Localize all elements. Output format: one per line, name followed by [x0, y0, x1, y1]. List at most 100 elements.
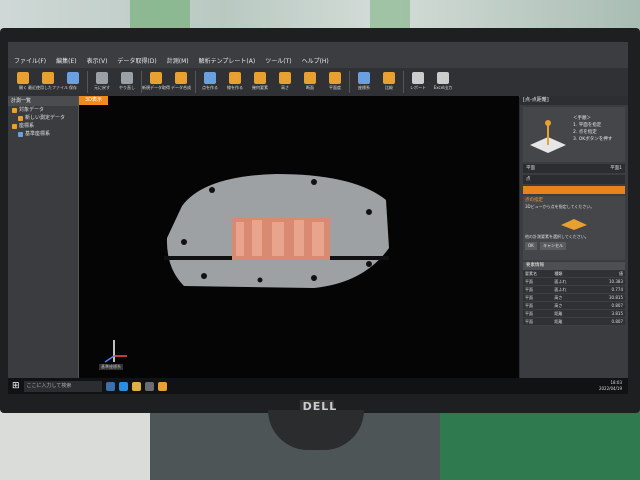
folder-icon: [12, 107, 17, 113]
3d-viewport[interactable]: 3D表示 基準座標系: [79, 96, 519, 378]
edge-icon[interactable]: [118, 381, 128, 391]
toolbar-button-label: 断面: [306, 85, 314, 90]
procedure-step: 3. OKボタンを押す: [573, 137, 613, 142]
toolbar-button-label: やり直し: [119, 85, 135, 90]
excel-icon: [437, 72, 449, 84]
photo-scene: DELL ファイル(F) 編集(E) 表示(V) データ取得(D) 計測(M) 解析テンプ…: [0, 0, 640, 480]
toolbar: 開く 最近使用したファイル 保存 元に戻す やり直し 新規データ取得 データ合成 点を作る 線を…: [8, 68, 628, 97]
table-row[interactable]: 平面 高さ 30.815: [523, 294, 625, 302]
axis-triad-icon: [104, 340, 127, 363]
table-row[interactable]: 平面 距離 0.807: [523, 318, 625, 326]
toolbar-button-16[interactable]: Excel出力: [432, 70, 454, 94]
windows-taskbar: ⊞ ここに入力して検索 18:03 2022/04/19: [8, 378, 628, 394]
data-merge-icon: [175, 72, 187, 84]
ok-button[interactable]: OK: [525, 242, 537, 250]
table-cell: 0.774: [611, 287, 623, 292]
toolbar-button-9[interactable]: 幾何要素: [249, 70, 271, 94]
windows-start-icon[interactable]: ⊞: [12, 381, 20, 391]
toolbar-button-5[interactable]: 新規データ取得: [142, 70, 170, 94]
toolbar-separator: [403, 71, 404, 93]
table-cell: 0.807: [611, 303, 623, 308]
point-icon: [204, 72, 216, 84]
point-distance-panel: [点-点距離] ＜手順＞ 1. 平面を指定 2. 点を指定 3. OKボタンを押…: [520, 96, 628, 378]
toolbar-button-8[interactable]: 線を作る: [224, 70, 246, 94]
report-icon: [412, 72, 424, 84]
plate-hole: [311, 179, 317, 185]
toolbar-separator: [349, 71, 350, 93]
toolbar-button-label: 元に戻す: [94, 85, 110, 90]
toolbar-button-label: 新規データ取得: [142, 85, 170, 90]
select-point-button[interactable]: [523, 186, 625, 194]
main-area: 計測一覧 対象データ 新しい測定データ 座標系 基準座標系 3D表示 基準座標系…: [8, 96, 628, 378]
store-icon[interactable]: [144, 381, 154, 391]
table-cell: 距離: [554, 319, 563, 324]
system-tray-clock[interactable]: 18:03 2022/04/19: [599, 380, 622, 392]
folder-icon: [12, 123, 17, 129]
plate-hole: [257, 277, 263, 283]
table-row[interactable]: 平面 高さ 0.807: [523, 302, 625, 310]
toolbar-button-4[interactable]: やり直し: [116, 70, 138, 94]
geometry-icon: [254, 72, 266, 84]
toolbar-button-label: 開く: [19, 85, 27, 90]
menu-item-0[interactable]: ファイル(F): [14, 56, 46, 68]
axis-icon: [18, 131, 23, 137]
tree-item-target-data[interactable]: 対象データ: [8, 106, 78, 114]
panel-title: [点-点距離]: [520, 96, 628, 105]
table-cell: 平面: [525, 287, 533, 292]
window-titlebar: [8, 42, 628, 56]
toolbar-button-label: 幾何要素: [252, 85, 268, 90]
tree-item-new-data[interactable]: 新しい測定データ: [8, 114, 78, 122]
table-cell: 高さ: [554, 303, 563, 308]
tree-item-base-coordinate[interactable]: 基準座標系: [8, 130, 78, 138]
toolbar-button-12[interactable]: 平面度: [324, 70, 346, 94]
tab-3d-view[interactable]: 3D表示: [79, 96, 109, 105]
taskbar-search-input[interactable]: ここに入力して検索: [23, 380, 102, 392]
toolbar-separator: [195, 71, 196, 93]
toolbar-button-3[interactable]: 元に戻す: [91, 70, 113, 94]
toolbar-button-11[interactable]: 断面: [299, 70, 321, 94]
tree-item-coordinate[interactable]: 座標系: [8, 122, 78, 130]
point-field[interactable]: 点: [523, 175, 625, 184]
menu-item-3[interactable]: データ取得(D): [117, 56, 156, 68]
cancel-button[interactable]: キャンセル: [540, 242, 567, 250]
menu-item-7[interactable]: ヘルプ(H): [302, 56, 329, 68]
task-view-icon[interactable]: [105, 381, 115, 391]
info-text: 3Dビューから点を指定してください。: [525, 204, 595, 209]
measurement-list-panel: 計測一覧 対象データ 新しい測定データ 座標系 基準座標系: [8, 96, 79, 378]
toolbar-button-6[interactable]: データ合成: [170, 70, 192, 94]
toolbar-button-15[interactable]: レポート: [407, 70, 429, 94]
menu-item-6[interactable]: ツール(T): [265, 56, 291, 68]
menu-item-1[interactable]: 編集(E): [56, 56, 76, 68]
table-cell: 平面: [525, 295, 533, 300]
toolbar-button-label: 線を作る: [227, 85, 243, 90]
toolbar-button-13[interactable]: 座標系: [353, 70, 375, 94]
new-data-icon: [150, 72, 162, 84]
file-explorer-icon[interactable]: [131, 381, 141, 391]
menu-item-2[interactable]: 表示(V): [87, 56, 108, 68]
toolbar-button-1[interactable]: 最近使用したファイル: [28, 70, 68, 94]
tree-item-label: 新しい測定データ: [25, 115, 66, 121]
menu-item-5[interactable]: 解析テンプレート(A): [199, 56, 256, 68]
plate-hole: [181, 239, 187, 245]
app-taskbar-icon[interactable]: [157, 381, 167, 391]
part-detail: [312, 222, 324, 256]
toolbar-button-2[interactable]: 保存: [62, 70, 84, 94]
info-illustration-icon: [561, 219, 587, 230]
section-icon: [304, 72, 316, 84]
menu-item-4[interactable]: 計測(M): [167, 56, 189, 68]
toolbar-button-7[interactable]: 点を作る: [199, 70, 221, 94]
part-detail: [294, 220, 304, 256]
table-row[interactable]: 平面 距離 3.815: [523, 310, 625, 318]
table-row[interactable]: 平面 面ふれ 10.383: [523, 278, 625, 286]
toolbar-button-14[interactable]: 比較: [378, 70, 400, 94]
table-row[interactable]: 平面 面ふれ 0.774: [523, 286, 625, 294]
scanned-model[interactable]: [164, 168, 389, 293]
toolbar-button-10[interactable]: 高さ: [274, 70, 296, 94]
info-text-2: 他の計測要素を選択してください。: [525, 234, 589, 239]
plane-field[interactable]: 平面 平面1: [523, 164, 625, 173]
part-detail: [272, 222, 284, 256]
plane-field-value: 平面1: [610, 166, 622, 171]
toolbar-button-label: 保存: [69, 85, 77, 90]
compare-icon: [383, 72, 395, 84]
plate-hole: [311, 275, 317, 281]
